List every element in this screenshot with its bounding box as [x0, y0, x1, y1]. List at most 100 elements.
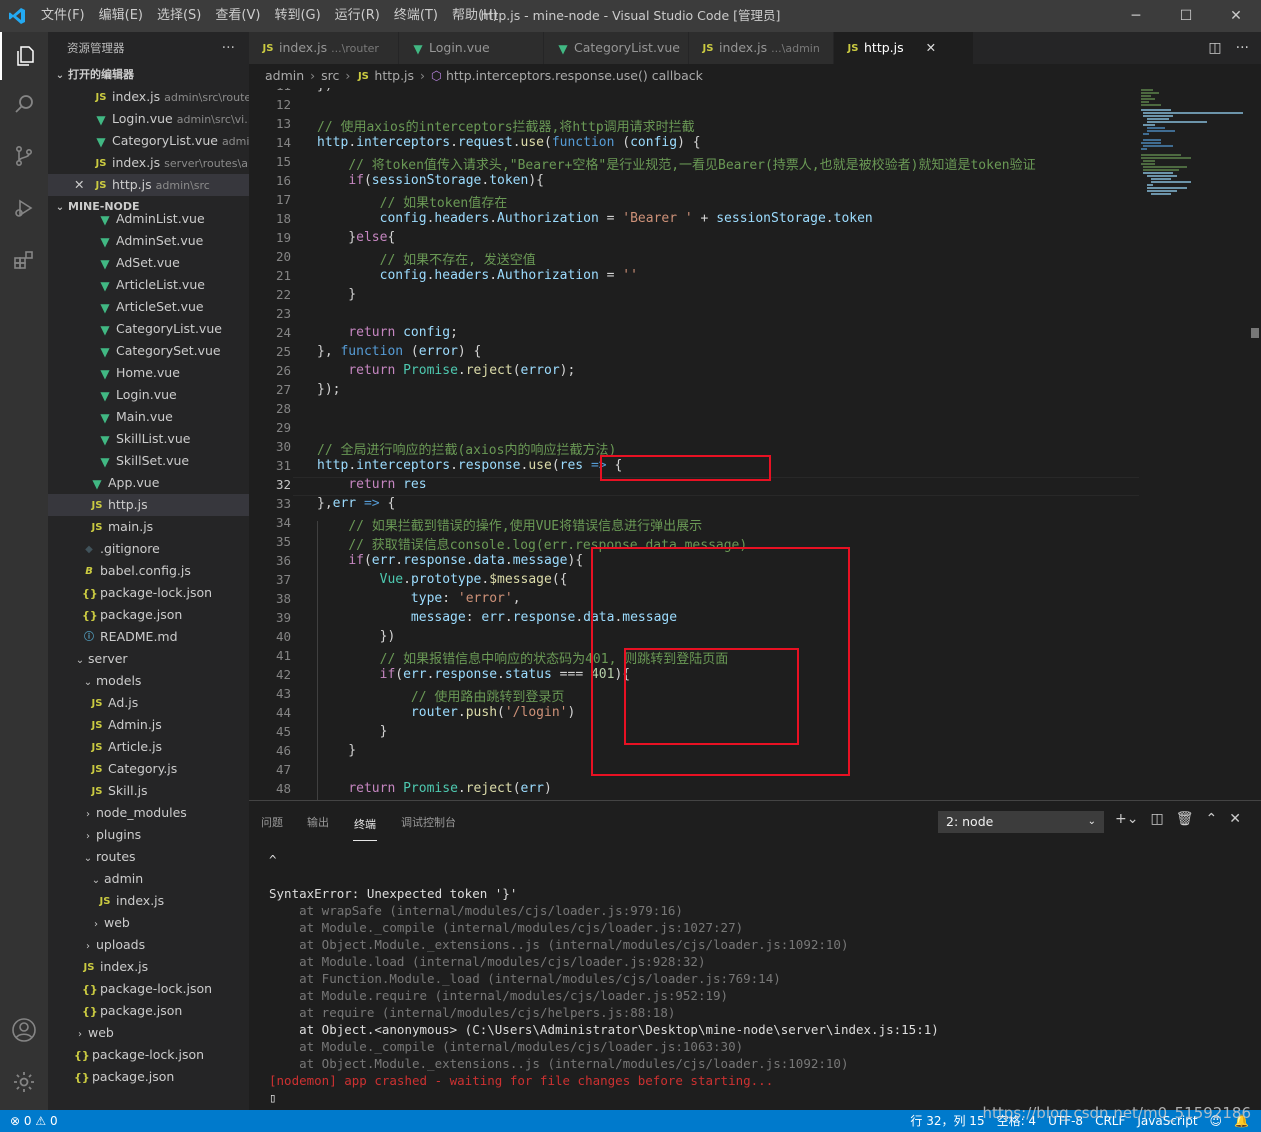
menu-item[interactable]: 帮助(H): [445, 0, 505, 32]
new-terminal-icon[interactable]: +⌄: [1115, 811, 1138, 827]
open-editor-item[interactable]: ▼ CategoryList.vueadmi...: [48, 130, 249, 152]
tree-item[interactable]: › plugins: [48, 824, 249, 846]
menu-item[interactable]: 终端(T): [387, 0, 445, 32]
cursor-position[interactable]: 行 32，列 15: [910, 1110, 984, 1132]
tab-Login-vue[interactable]: ▼ Login.vue: [399, 32, 544, 64]
open-editor-item[interactable]: JS index.jsserver\routes\a...: [48, 152, 249, 174]
extensions-icon[interactable]: [0, 236, 48, 284]
tree-item[interactable]: JS Admin.js: [48, 714, 249, 736]
settings-gear-icon[interactable]: [0, 1058, 48, 1106]
tree-item[interactable]: › web: [48, 912, 249, 934]
more-actions-icon[interactable]: ···: [1236, 40, 1249, 56]
tab-index-js[interactable]: JS index.js ...\router: [249, 32, 399, 64]
tree-item[interactable]: JS http.js: [48, 494, 249, 516]
close-window-icon[interactable]: ✕: [1211, 0, 1261, 32]
terminal-select[interactable]: 2: node ⌄: [938, 811, 1104, 833]
account-icon[interactable]: [0, 1006, 48, 1054]
code-line: if(sessionStorage.token){: [317, 173, 544, 188]
tree-item[interactable]: ▼ ArticleSet.vue: [48, 296, 249, 318]
tree-item[interactable]: JS index.js: [48, 956, 249, 978]
code-token: push: [465, 705, 498, 720]
tree-item[interactable]: JS main.js: [48, 516, 249, 538]
tree-item[interactable]: ▼ AdminList.vue: [48, 208, 249, 230]
tree-item[interactable]: ⌄ server: [48, 648, 249, 670]
maximize-panel-icon[interactable]: ⌃: [1205, 811, 1217, 827]
breadcrumb-item[interactable]: admin: [265, 68, 304, 83]
tree-item[interactable]: JS Category.js: [48, 758, 249, 780]
vertical-scrollbar[interactable]: [1249, 88, 1261, 800]
menu-item[interactable]: 文件(F): [34, 0, 92, 32]
tab-CategoryList-vue[interactable]: ▼ CategoryList.vue: [544, 32, 689, 64]
search-icon[interactable]: [0, 80, 48, 128]
line-number: 39: [275, 610, 291, 625]
tree-item[interactable]: ▼ ArticleList.vue: [48, 274, 249, 296]
code-editor[interactable]: 11}) 12 13 // 使用axios的interceptors拦截器,将http…: [249, 88, 1139, 800]
panel-tab[interactable]: 调试控制台: [389, 801, 468, 845]
tree-item[interactable]: ▼ CategorySet.vue: [48, 340, 249, 362]
tree-item[interactable]: {} package.json: [48, 1000, 249, 1022]
tree-item[interactable]: JS Skill.js: [48, 780, 249, 802]
tree-item[interactable]: {} package-lock.json: [48, 1044, 249, 1066]
close-panel-icon[interactable]: ✕: [1229, 811, 1241, 827]
tree-item[interactable]: ◆ .gitignore: [48, 538, 249, 560]
tab-http-js[interactable]: JS http.js ✕: [834, 32, 974, 64]
breadcrumb-item[interactable]: http.js: [374, 68, 414, 83]
tab-index-js[interactable]: JS index.js ...\admin: [689, 32, 834, 64]
menu-item[interactable]: 选择(S): [150, 0, 208, 32]
open-editor-item[interactable]: ✕ JS http.js admin\src: [48, 174, 249, 196]
tree-item[interactable]: ▼ SkillSet.vue: [48, 450, 249, 472]
tree-item[interactable]: ▼ CategoryList.vue: [48, 318, 249, 340]
tree-item[interactable]: ▼ App.vue: [48, 472, 249, 494]
minimize-icon[interactable]: ─: [1111, 0, 1161, 32]
tree-item[interactable]: › node_modules: [48, 802, 249, 824]
tree-item[interactable]: JS Article.js: [48, 736, 249, 758]
tree-item[interactable]: ⓘ README.md: [48, 626, 249, 648]
tree-item[interactable]: {} package.json: [48, 1066, 249, 1088]
tree-item[interactable]: ▼ Home.vue: [48, 362, 249, 384]
menu-item[interactable]: 查看(V): [208, 0, 267, 32]
open-editor-item[interactable]: JS index.js admin\src\router: [48, 86, 249, 108]
split-editor-icon[interactable]: ◫: [1208, 40, 1221, 56]
tree-item[interactable]: ▼ AdSet.vue: [48, 252, 249, 274]
tree-item[interactable]: Bbabel.config.js: [48, 560, 249, 582]
maximize-icon[interactable]: ☐: [1161, 0, 1211, 32]
panel-tab[interactable]: 终端: [341, 801, 389, 849]
tree-item[interactable]: {} package.json: [48, 604, 249, 626]
tree-item[interactable]: {} package-lock.json: [48, 582, 249, 604]
open-editors-section[interactable]: ⌄ 打开的编辑器: [48, 64, 249, 86]
code-token: .: [489, 268, 498, 283]
open-editor-item[interactable]: ▼ Login.vue admin\src\vi...: [48, 108, 249, 130]
tree-item[interactable]: ⌄ admin: [48, 868, 249, 890]
tree-item[interactable]: ▼ SkillList.vue: [48, 428, 249, 450]
tree-item[interactable]: ▼ AdminSet.vue: [48, 230, 249, 252]
tree-item[interactable]: ▼ Login.vue: [48, 384, 249, 406]
source-control-icon[interactable]: [0, 132, 48, 180]
tree-item[interactable]: › web: [48, 1022, 249, 1044]
terminal-line: [nodemon] app crashed - waiting for file…: [269, 1073, 774, 1088]
tree-item[interactable]: {} package-lock.json: [48, 978, 249, 1000]
close-icon[interactable]: ✕: [74, 174, 84, 196]
tree-item[interactable]: ⌄ models: [48, 670, 249, 692]
problems-status[interactable]: ⊗ 0 ⚠ 0: [10, 1110, 58, 1132]
code-token: response: [512, 610, 576, 625]
menu-item[interactable]: 转到(G): [267, 0, 327, 32]
close-tab-icon[interactable]: ✕: [926, 40, 936, 55]
tree-item[interactable]: JS index.js: [48, 890, 249, 912]
trash-icon[interactable]: 🗑: [1176, 811, 1194, 827]
panel-tab[interactable]: 问题: [249, 801, 295, 845]
more-actions-icon[interactable]: ···: [222, 32, 235, 64]
breadcrumb-item[interactable]: src: [321, 68, 339, 83]
tree-item[interactable]: › uploads: [48, 934, 249, 956]
split-terminal-icon[interactable]: ◫: [1150, 811, 1163, 827]
breadcrumb-item[interactable]: http.interceptors.response.use() callbac…: [446, 68, 703, 83]
run-debug-icon[interactable]: [0, 184, 48, 232]
tree-item[interactable]: ⌄ routes: [48, 846, 249, 868]
menu-item[interactable]: 编辑(E): [92, 0, 150, 32]
explorer-icon[interactable]: [0, 32, 48, 80]
panel-tab[interactable]: 输出: [295, 801, 341, 845]
terminal-output[interactable]: ^ SyntaxError: Unexpected token '}' at w…: [269, 851, 939, 1106]
minimap[interactable]: [1139, 88, 1249, 800]
tree-item[interactable]: JS Ad.js: [48, 692, 249, 714]
menu-item[interactable]: 运行(R): [328, 0, 387, 32]
tree-item[interactable]: ▼ Main.vue: [48, 406, 249, 428]
